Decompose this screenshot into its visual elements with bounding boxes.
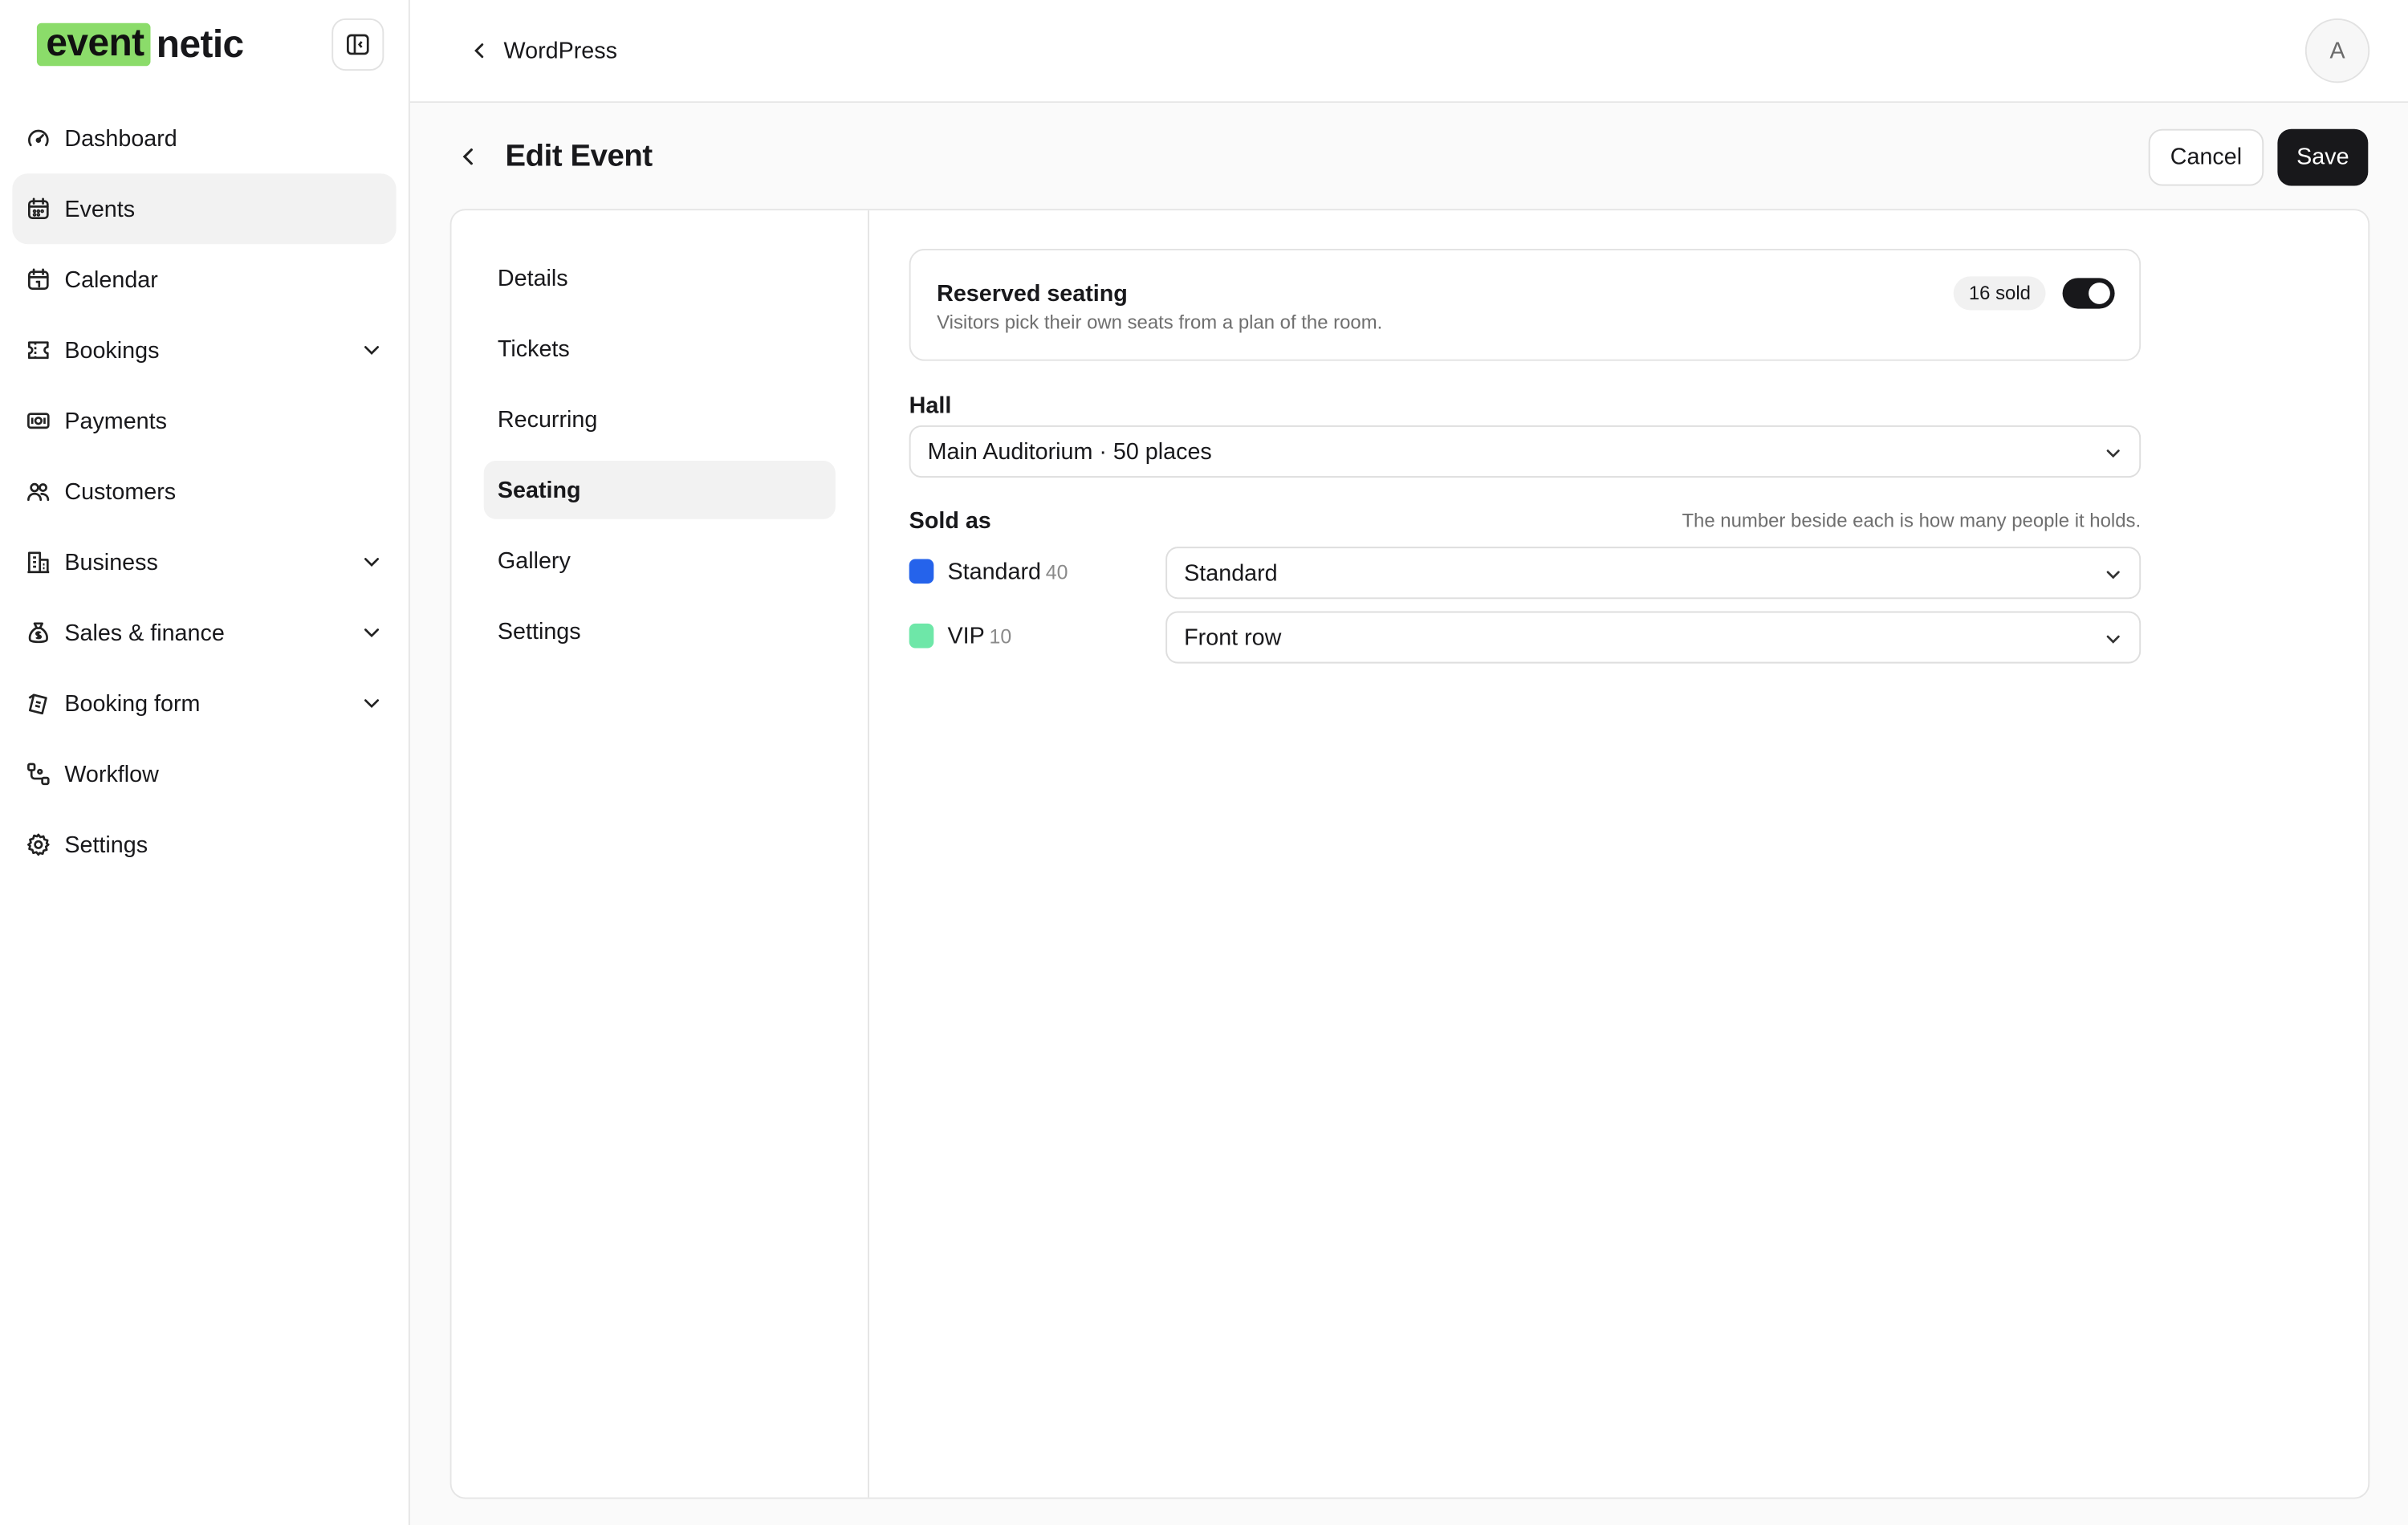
sidebar-item-customers[interactable]: Customers [12, 456, 396, 527]
event-section-nav: Details Tickets Recurring Seating Galler… [452, 210, 869, 1498]
page-title: Edit Event [505, 139, 653, 173]
chevron-down-icon [2102, 563, 2124, 585]
banknote-icon [26, 409, 51, 433]
tab-settings[interactable]: Settings [484, 602, 836, 661]
page-header: Edit Event [456, 136, 653, 177]
seat-category-row: Standard 40 Standard [909, 547, 2142, 600]
sidebar-item-bookings[interactable]: Bookings [12, 315, 396, 385]
sidebar-item-booking-form[interactable]: Booking form [12, 668, 396, 738]
chevron-down-icon[interactable] [360, 620, 384, 645]
category-name: Standard 40 [948, 559, 1068, 585]
sidebar-item-business[interactable]: Business [12, 527, 396, 597]
main-area: Edit Event Cancel Save Details Tickets R… [409, 103, 2408, 1525]
sidebar-item-label: Events [64, 195, 136, 222]
sidebar-item-label: Sales & finance [64, 620, 225, 646]
cancel-button[interactable]: Cancel [2148, 128, 2264, 186]
sold-count-badge: 16 sold [1953, 276, 2047, 311]
category-color-swatch [909, 559, 934, 584]
sidebar-item-workflow[interactable]: Workflow [12, 738, 396, 809]
tab-recurring[interactable]: Recurring [484, 390, 836, 449]
back-to-wordpress-link[interactable]: WordPress [469, 34, 617, 67]
toggle-knob [2089, 283, 2110, 304]
chevron-down-icon[interactable] [360, 691, 384, 716]
hall-select-value: Main Auditorium · 50 places [927, 438, 1212, 465]
sidebar-item-calendar[interactable]: Calendar [12, 244, 396, 315]
sidebar-item-settings[interactable]: Settings [12, 809, 396, 880]
sidebar-toggle-button[interactable] [332, 18, 384, 71]
gear-icon [26, 832, 51, 857]
sidebar-item-events[interactable]: Events [12, 173, 397, 245]
seat-category-row: VIP 10 Front row [909, 611, 2142, 664]
users-icon [26, 479, 51, 504]
form-icon [26, 691, 51, 716]
sold-as-label: Sold as [909, 508, 991, 535]
seating-content: Reserved seating Visitors pick their own… [909, 248, 2142, 664]
category-sold-as-select[interactable]: Front row [1165, 611, 2142, 664]
workflow-icon [26, 762, 51, 787]
tab-gallery[interactable]: Gallery [484, 531, 836, 590]
tab-tickets[interactable]: Tickets [484, 319, 836, 378]
reserved-seating-card: Reserved seating Visitors pick their own… [909, 248, 2142, 361]
money-bag-icon [26, 620, 51, 645]
category-label: Standard [947, 559, 1042, 586]
chevron-down-icon [2102, 442, 2124, 464]
sidebar: event netic Dashboard Events Calendar Bo… [0, 0, 410, 1525]
logo-highlight: event [36, 22, 151, 67]
sidebar-item-label: Settings [64, 832, 148, 858]
calendar-icon [26, 197, 51, 222]
logo-text: netic [156, 22, 244, 66]
chevron-down-icon[interactable] [360, 338, 384, 363]
sidebar-item-label: Booking form [64, 690, 201, 717]
save-button[interactable]: Save [2277, 128, 2369, 186]
edit-event-panel: Details Tickets Recurring Seating Galler… [449, 209, 2370, 1499]
category-color-swatch [909, 623, 934, 649]
logo: event netic [36, 22, 244, 67]
top-bar: WordPress A [409, 0, 2408, 104]
sidebar-item-payments[interactable]: Payments [12, 385, 396, 456]
app-window: event netic Dashboard Events Calendar Bo… [0, 0, 2408, 1525]
chevron-down-icon [2102, 628, 2124, 650]
category-sold-as-value: Front row [1184, 624, 1282, 651]
hall-select[interactable]: Main Auditorium · 50 places [909, 425, 2142, 478]
calendar-grid-icon [26, 267, 51, 292]
tab-details[interactable]: Details [484, 249, 836, 307]
hall-label: Hall [909, 392, 952, 420]
sidebar-item-label: Workflow [64, 761, 159, 787]
sidebar-item-label: Customers [64, 478, 177, 505]
reserved-seating-title: Reserved seating [937, 281, 1128, 307]
ticket-icon [26, 338, 51, 363]
avatar[interactable]: A [2304, 18, 2370, 83]
reserved-seating-description: Visitors pick their own seats from a pla… [937, 311, 1383, 334]
sidebar-item-dashboard[interactable]: Dashboard [12, 103, 396, 173]
sidebar-item-label: Payments [64, 408, 167, 434]
category-sold-as-select[interactable]: Standard [1165, 547, 2142, 600]
chevron-left-icon [469, 40, 490, 62]
sidebar-item-label: Dashboard [64, 124, 177, 152]
category-label: VIP [947, 623, 985, 650]
reserved-seating-toggle[interactable] [2062, 278, 2115, 309]
sidebar-item-label: Calendar [64, 266, 158, 293]
category-sold-as-value: Standard [1184, 559, 1278, 586]
gauge-icon [26, 126, 51, 151]
tab-seating[interactable]: Seating [483, 461, 836, 519]
avatar-initial: A [2329, 37, 2345, 64]
sidebar-item-sales-finance[interactable]: Sales & finance [12, 597, 396, 668]
category-capacity: 10 [989, 624, 1012, 649]
back-link-label: WordPress [503, 37, 617, 64]
sold-as-hint: The number beside each is how many peopl… [1682, 510, 2142, 532]
sidebar-item-label: Bookings [64, 336, 160, 364]
chevron-down-icon[interactable] [360, 550, 384, 575]
sidebar-panel-icon [347, 34, 369, 55]
sidebar-item-label: Business [64, 549, 158, 575]
category-name: VIP 10 [948, 624, 1012, 650]
sidebar-nav: Dashboard Events Calendar Bookings Payme… [12, 103, 397, 880]
category-capacity: 40 [1045, 560, 1068, 584]
building-icon [26, 550, 51, 575]
back-chevron-icon[interactable] [456, 144, 481, 169]
